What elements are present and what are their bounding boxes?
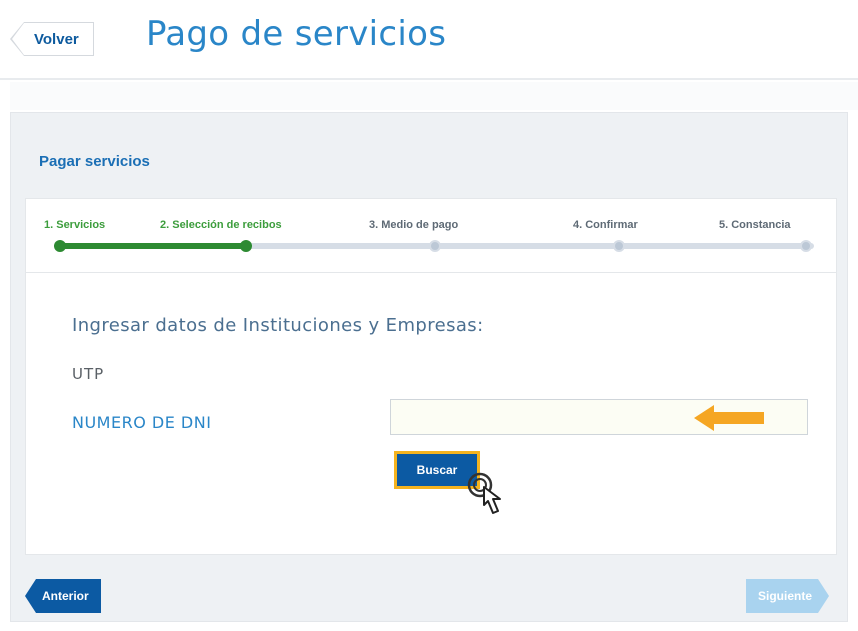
page-header: Volver Pago de servicios [0,0,858,80]
progress-track-fill [56,243,250,249]
back-button[interactable]: Volver [10,22,94,56]
previous-button[interactable]: Anterior [25,579,101,613]
step-1-label: 1. Servicios [44,219,106,231]
form-heading: Ingresar datos de Instituciones y Empres… [72,315,484,336]
previous-button-label: Anterior [36,579,101,613]
next-button-label: Siguiente [746,579,819,613]
step-4-label: 4. Confirmar [573,219,638,231]
institution-name: UTP [72,365,105,383]
step-2-dot [240,240,252,252]
payment-panel: Pagar servicios 1. Servicios 2. Selecció… [10,112,848,622]
dni-field-label: NUMERO DE DNI [72,413,212,432]
hand-cursor-icon [467,472,501,514]
step-4-dot [613,240,625,252]
chevron-left-icon [25,579,36,613]
arrow-left-icon [694,405,764,431]
page-title: Pago de servicios [146,14,447,54]
step-3-dot [429,240,441,252]
header-divider [10,82,858,110]
next-button[interactable]: Siguiente [746,579,830,613]
chevron-left-icon [10,22,24,56]
section-title: Pagar servicios [39,153,150,170]
step-2-label: 2. Selección de recibos [160,219,282,231]
progress-stepper: 1. Servicios 2. Selección de recibos 3. … [25,198,837,273]
chevron-right-icon [818,579,830,613]
step-1-dot [54,240,66,252]
step-5-dot [800,240,812,252]
step-5-label: 5. Constancia [719,219,791,231]
step-3-label: 3. Medio de pago [369,219,459,231]
dni-form: Ingresar datos de Instituciones y Empres… [25,273,837,555]
back-button-label: Volver [24,22,94,56]
